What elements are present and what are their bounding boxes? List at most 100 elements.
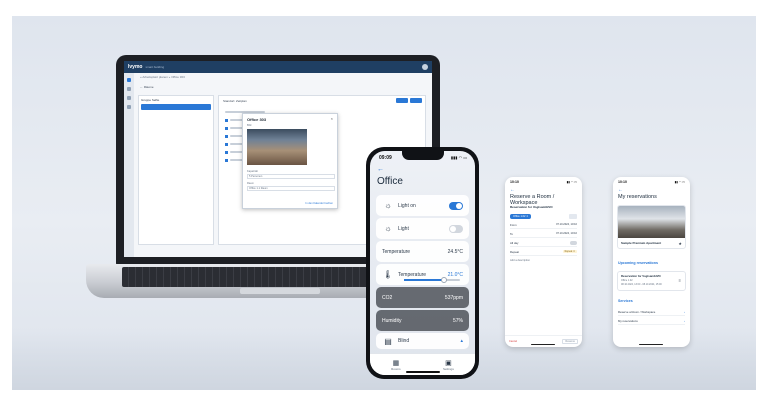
from-label: From: [510, 222, 517, 227]
room-label: Raum: [247, 182, 254, 185]
to-label: To: [510, 231, 513, 236]
favorite-icon[interactable]: ★: [678, 241, 682, 246]
status-icons: ▮▮ ◠ ▭: [674, 180, 685, 184]
cancel-button[interactable]: Cancel: [509, 340, 517, 343]
chevron-right-icon: ›: [684, 309, 685, 314]
user-avatar[interactable]: [422, 64, 428, 70]
app-logo[interactable]: Ivymo: [128, 64, 142, 70]
tile-light[interactable]: ☼ Light: [376, 218, 469, 239]
room-chip[interactable]: Office 1.02 ✕: [510, 214, 532, 219]
room-modal: Office 303 × Bild Kapazität 5 Personen R…: [242, 113, 338, 209]
app-logo-subtitle: smart building: [145, 65, 165, 69]
from-row[interactable]: From 07.10.2024, 10:10: [510, 221, 577, 229]
group-panel-title: Gruppe Selfie: [141, 98, 160, 102]
status-time: 09:09: [379, 155, 392, 161]
repeat-row[interactable]: Repeat Repeat ✕: [510, 248, 577, 256]
add-room-button[interactable]: [569, 214, 577, 219]
reservation-card[interactable]: Reservation for Vogtsam/HVO Office 1.02 …: [617, 271, 686, 291]
light-toggle[interactable]: [449, 224, 463, 233]
service-label: My reservations: [618, 318, 638, 323]
room-card[interactable]: Sample Premium Apartment ★: [617, 205, 686, 249]
phone-screen: 09:09 ▮▮▮ ◠ ▭ ← Office ☼ Light on ☼ Ligh…: [370, 151, 475, 375]
tile-label: Blind: [398, 338, 410, 344]
thermometer-icon: 🌡: [382, 270, 394, 279]
reservation-room: Office 1.02: [621, 279, 633, 282]
reservation-time: 08.10.2024, 13:00 - 08.10.2024, 15:00: [621, 283, 662, 286]
schedule-action-button[interactable]: [410, 98, 422, 103]
chevron-right-icon: ›: [684, 318, 685, 323]
from-value: 07.10.2024, 10:10: [556, 223, 577, 226]
service-reserve-room[interactable]: Reserve a Room / Workspace ›: [618, 308, 685, 316]
reservation-subtitle: Reservation for Vogtsam/HVO: [510, 205, 553, 209]
book-calendar-link[interactable]: In den Kalender buchen: [305, 202, 333, 205]
all-day-toggle[interactable]: [570, 240, 577, 245]
reserve-footer: Cancel Reserve: [505, 335, 582, 347]
tile-label: CO2: [382, 294, 393, 301]
status-time: 10:10: [510, 180, 519, 184]
services-heading: Services: [618, 299, 633, 303]
back-arrow-icon[interactable]: ←: [618, 187, 623, 193]
back-arrow-icon[interactable]: ←: [510, 187, 515, 193]
app-top-bar: Ivymo smart building: [124, 61, 432, 73]
modal-title: Office 303: [247, 117, 267, 122]
slider-knob[interactable]: [441, 277, 447, 283]
group-selected-row[interactable]: [141, 104, 211, 110]
app-sidebar: [124, 73, 134, 257]
back-arrow-icon[interactable]: ←: [377, 166, 384, 173]
tile-blind[interactable]: ▤ Blind ▴: [376, 333, 469, 349]
sidebar-item-settings[interactable]: [127, 105, 131, 109]
reservations-screen: 10:10 ▮▮ ◠ ▭ ← My reservations Sample Pr…: [613, 177, 690, 347]
tile-temperature-setpoint[interactable]: 🌡 Temperature 21.0°C: [376, 264, 469, 285]
reservation-title: Reservation for Vogtsam/HVO: [621, 274, 661, 278]
chevron-up-icon[interactable]: ▴: [460, 338, 463, 344]
to-value: 07.10.2024, 10:10: [556, 232, 577, 235]
room-photo: [247, 129, 307, 165]
light-icon: ☼: [384, 224, 392, 233]
sidebar-item-calendar[interactable]: [127, 96, 131, 100]
tile-label: Temperature: [398, 271, 427, 278]
capacity-label: Kapazität: [247, 170, 258, 173]
room-field[interactable]: Office 1.1 Raum: [247, 186, 335, 191]
tile-humidity: Humidity 57%: [376, 310, 469, 331]
temperature-slider[interactable]: [404, 277, 460, 283]
page-title: My reservations: [618, 194, 657, 200]
tile-light-on[interactable]: ☼ Light on: [376, 195, 469, 216]
home-indicator: [639, 343, 663, 345]
setpoint-value: 21.0°C: [447, 271, 463, 278]
schedule-actions: [396, 98, 422, 103]
service-my-reservations[interactable]: My reservations ›: [618, 317, 685, 325]
schedule-action-button[interactable]: [396, 98, 408, 103]
all-day-row[interactable]: All day: [510, 239, 577, 247]
tile-co2: CO2 537ppm: [376, 287, 469, 308]
temperature-value: 24.5°C: [447, 248, 463, 255]
status-icons: ▮▮▮ ◠ ▭: [450, 155, 467, 160]
status-icons: ▮▮ ◠ ▭: [566, 180, 577, 184]
to-row[interactable]: To 07.10.2024, 10:10: [510, 230, 577, 238]
home-indicator: [531, 343, 555, 345]
upcoming-heading: Upcoming reservations: [618, 261, 658, 265]
add-description-link[interactable]: Add a description: [510, 259, 530, 262]
light-icon: ☼: [384, 201, 392, 210]
all-day-label: All day: [510, 240, 519, 245]
toolbar-back[interactable]: ← Räume: [140, 85, 154, 89]
room-value: Office 1.1 Raum: [249, 187, 268, 190]
tab-settings[interactable]: ▣ Settings: [443, 359, 454, 371]
schedule-panel-title: Standort: Zeitplan: [223, 99, 247, 103]
light-on-toggle[interactable]: [449, 201, 463, 210]
rooms-icon: ▦: [392, 359, 400, 367]
sidebar-item-home[interactable]: [127, 78, 131, 82]
repeat-chip[interactable]: Repeat ✕: [562, 250, 577, 253]
modal-image-label: Bild: [247, 124, 252, 127]
tile-temperature: Temperature 24.5°C: [376, 241, 469, 262]
tab-rooms[interactable]: ▦ Rooms: [391, 359, 401, 371]
breadcrumb[interactable]: « Arbeitsplatz planen » Office 303: [140, 75, 185, 79]
capacity-field[interactable]: 5 Personen: [247, 174, 335, 179]
sidebar-item-rooms[interactable]: [127, 87, 131, 91]
humidity-value: 57%: [452, 317, 463, 324]
menu-icon[interactable]: ≡: [679, 278, 681, 283]
tile-label: Light: [398, 225, 409, 232]
close-icon[interactable]: ×: [331, 116, 333, 121]
co2-value: 537ppm: [444, 294, 463, 301]
tile-label: Light on: [398, 202, 416, 209]
reserve-button[interactable]: Reserve: [562, 339, 578, 344]
